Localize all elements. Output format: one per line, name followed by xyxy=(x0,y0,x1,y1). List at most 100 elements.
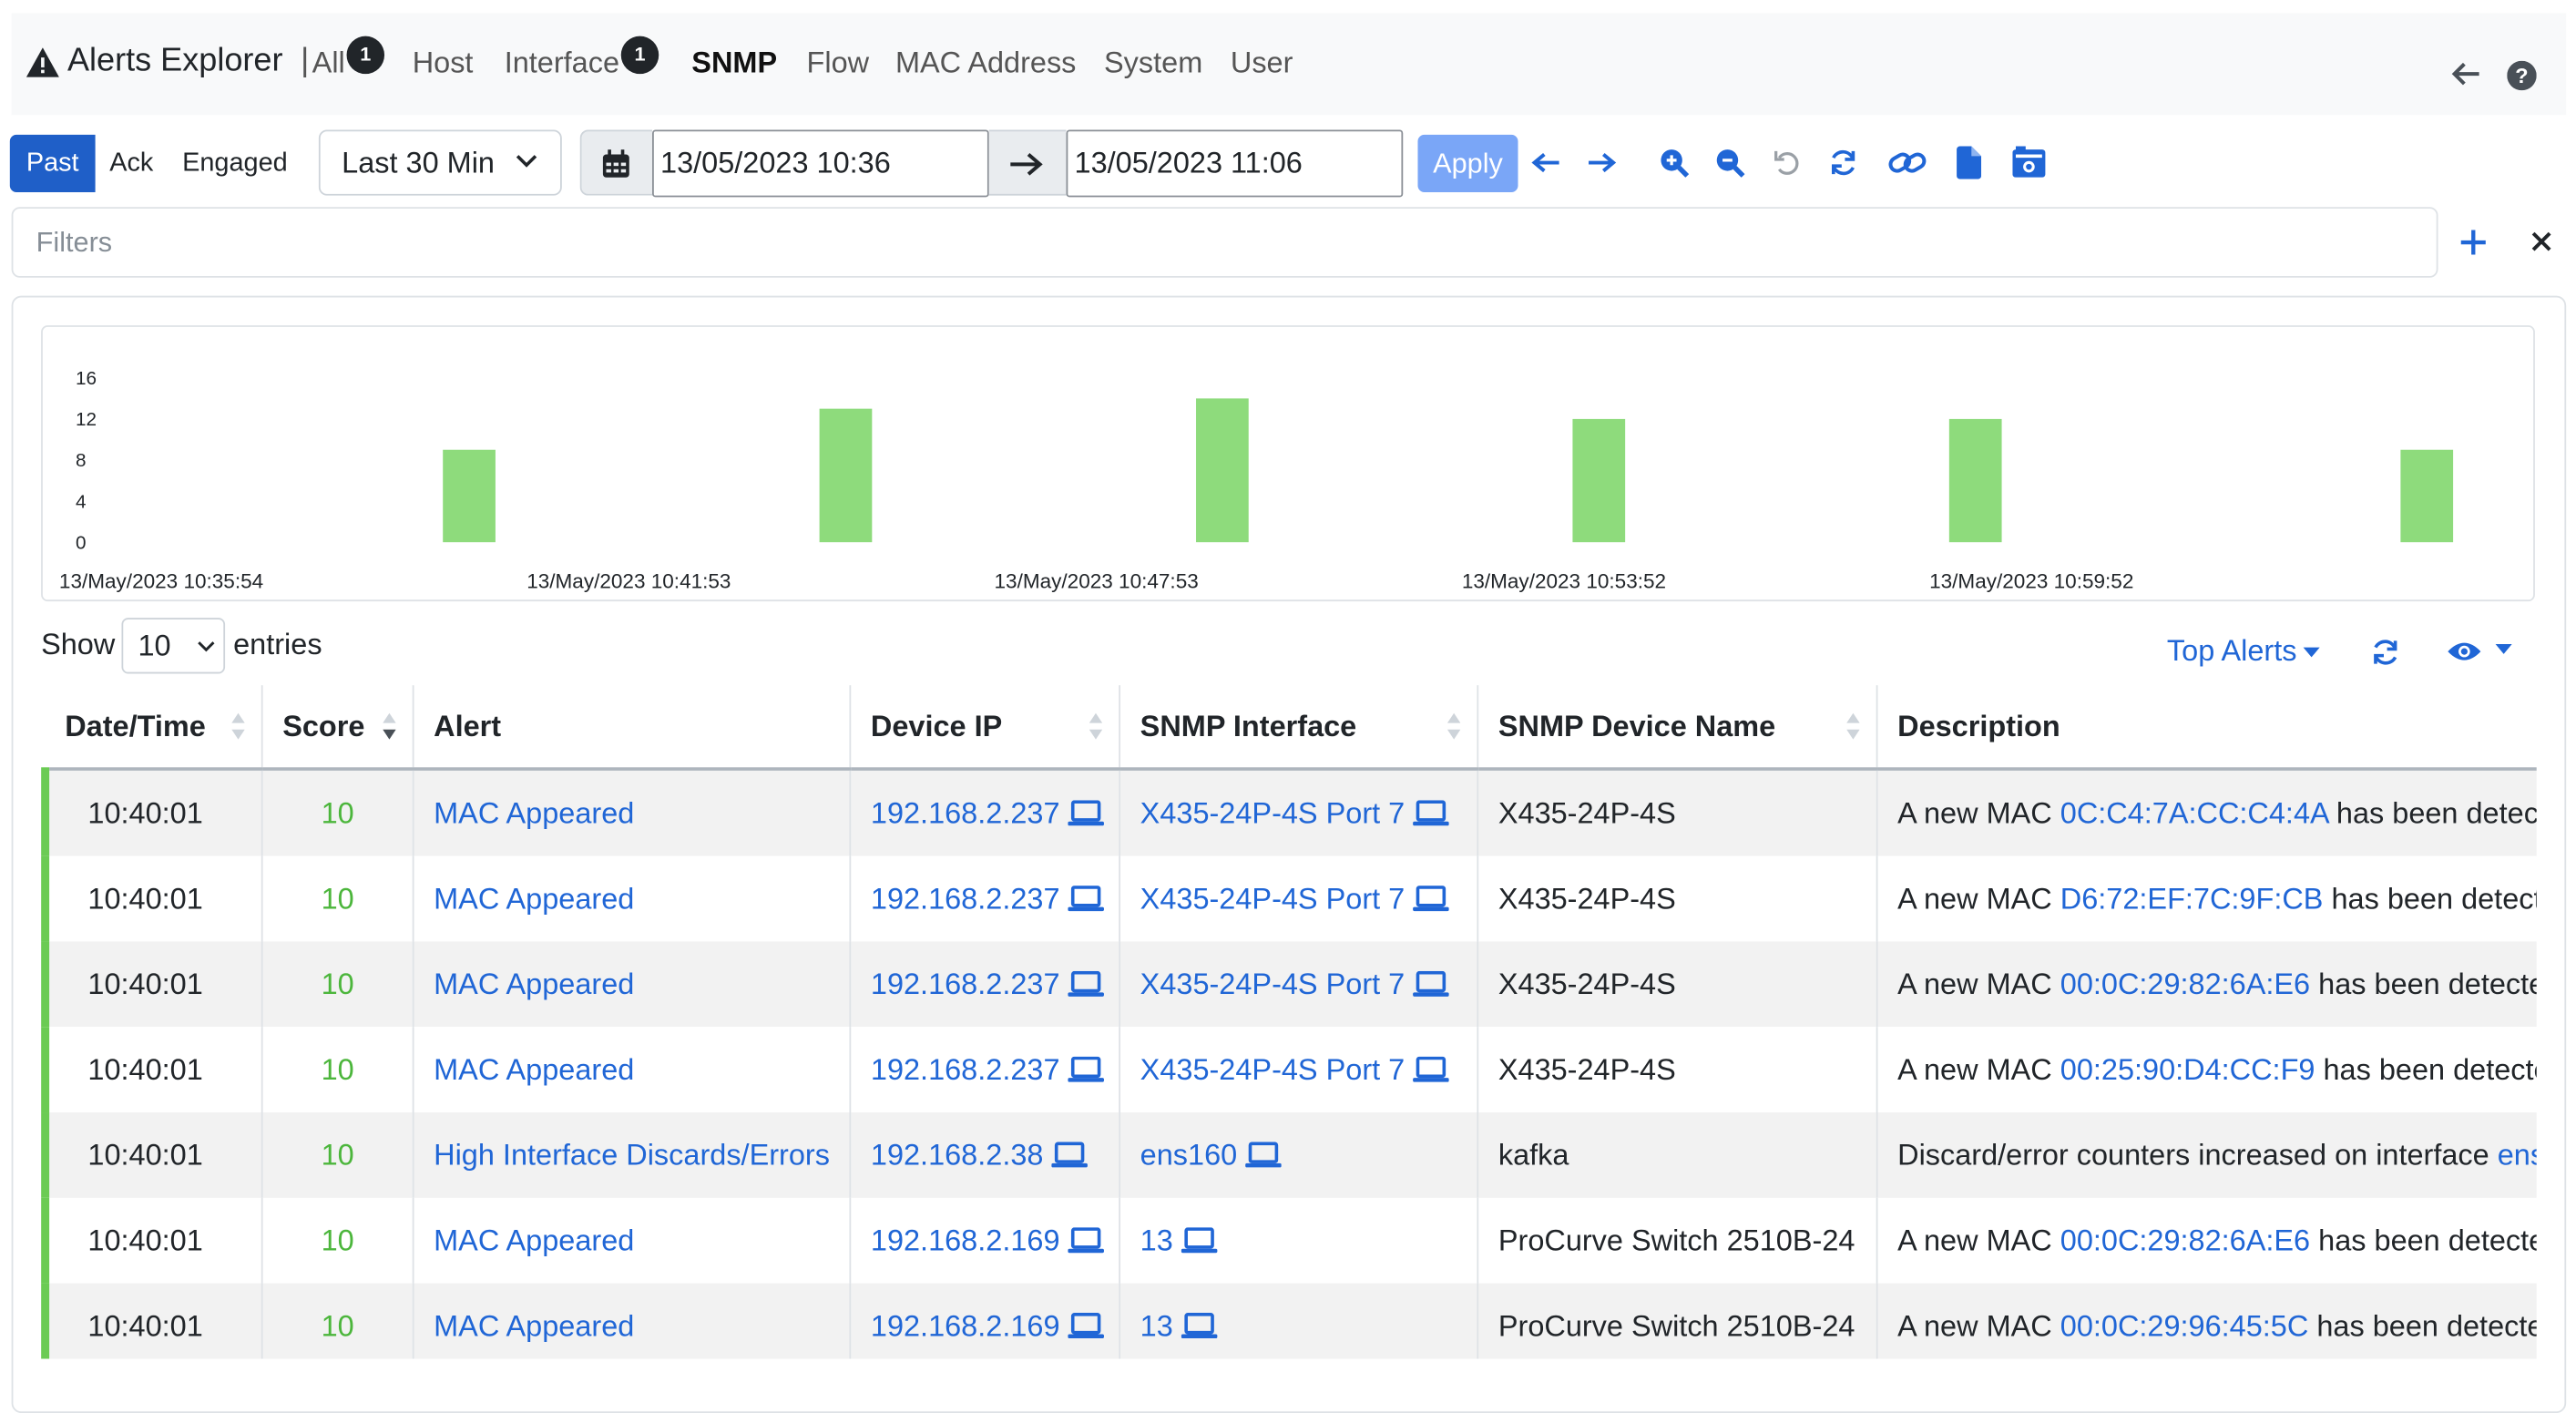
description-link[interactable]: 00:0C:29:96:45:5C xyxy=(2060,1309,2309,1342)
entries-value: 10 xyxy=(138,629,171,662)
tab-interface[interactable]: Interface 1 xyxy=(505,36,659,83)
zoom-out-icon[interactable] xyxy=(1715,148,1745,178)
col-header-snmp-device-name[interactable]: SNMP Device Name xyxy=(1477,685,1878,771)
shift-forward-icon[interactable] xyxy=(1587,151,1617,174)
description-text: A new MAC xyxy=(1897,881,2060,915)
col-header-description[interactable]: Description xyxy=(1876,685,2537,771)
laptop-icon[interactable] xyxy=(1068,1055,1105,1082)
laptop-icon[interactable] xyxy=(1051,1141,1089,1168)
device-ip-link[interactable]: 192.168.2.169 xyxy=(871,1224,1060,1256)
col-header-device-ip[interactable]: Device IP xyxy=(850,685,1121,771)
alert-link[interactable]: MAC Appeared xyxy=(434,967,634,999)
laptop-icon[interactable] xyxy=(1245,1141,1282,1168)
table-row: 10:40:01 10 High Interface Discards/Errors… xyxy=(41,1112,2537,1198)
device-ip-link[interactable]: 192.168.2.237 xyxy=(871,882,1060,915)
cell-snmp-device-name: kafka xyxy=(1477,1112,1878,1198)
laptop-icon[interactable] xyxy=(1413,1055,1449,1082)
alert-link[interactable]: MAC Appeared xyxy=(434,882,634,915)
col-header-snmp-interface[interactable]: SNMP Interface xyxy=(1119,685,1479,771)
engaged-tab[interactable]: Engaged xyxy=(168,135,302,192)
snmp-interface-link[interactable]: X435-24P-4S Port 7 xyxy=(1140,796,1406,829)
laptop-icon[interactable] xyxy=(1068,885,1105,911)
description-link[interactable]: 0C:C4:7A:CC:C4:4A xyxy=(2060,796,2328,829)
alert-link[interactable]: MAC Appeared xyxy=(434,1309,634,1342)
zoom-in-icon[interactable] xyxy=(1660,148,1690,178)
laptop-icon[interactable] xyxy=(1413,885,1449,911)
tab-all[interactable]: All 1 xyxy=(312,36,385,83)
begin-date-input[interactable]: 13/05/2023 10:36 xyxy=(652,129,989,198)
file-icon[interactable] xyxy=(1957,146,1982,179)
description-link[interactable]: 00:0C:29:82:6A:E6 xyxy=(2060,1224,2310,1256)
snmp-interface-link[interactable]: X435-24P-4S Port 7 xyxy=(1140,967,1406,999)
laptop-icon[interactable] xyxy=(1068,1226,1105,1253)
description-link[interactable]: D6:72:EF:7C:9F:CB xyxy=(2060,882,2324,915)
clear-filters-icon[interactable] xyxy=(2531,231,2551,251)
chart-bar[interactable] xyxy=(2400,449,2454,543)
laptop-icon[interactable] xyxy=(1413,970,1449,997)
device-ip-link[interactable]: 192.168.2.38 xyxy=(871,1138,1044,1171)
snmp-interface-link[interactable]: X435-24P-4S Port 7 xyxy=(1140,882,1406,915)
table-row: 10:40:01 10 MAC Appeared 192.168.2.237 X435-… xyxy=(41,769,2537,856)
add-filter-icon[interactable] xyxy=(2459,229,2488,257)
chart-bar[interactable] xyxy=(1572,418,1626,543)
entries-select[interactable]: 10 xyxy=(121,618,226,674)
cell-snmp-interface: X435-24P-4S Port 7 xyxy=(1119,855,1479,942)
refresh-icon[interactable] xyxy=(1828,148,1857,177)
col-header-datetime[interactable]: Date/Time xyxy=(45,685,263,771)
description-link[interactable]: 00:25:90:D4:CC:F9 xyxy=(2060,1052,2315,1085)
description-text-end: has been detected xyxy=(2310,967,2537,1000)
undo-icon[interactable] xyxy=(1773,148,1802,177)
column-visibility-dropdown[interactable] xyxy=(2447,640,2513,672)
device-ip-link[interactable]: 192.168.2.237 xyxy=(871,967,1060,999)
laptop-icon[interactable] xyxy=(1068,799,1105,825)
device-ip-link[interactable]: 192.168.2.169 xyxy=(871,1309,1060,1342)
snmp-interface-link[interactable]: X435-24P-4S Port 7 xyxy=(1140,1052,1406,1085)
snmp-interface-link[interactable]: ens160 xyxy=(1140,1138,1238,1171)
alert-link[interactable]: MAC Appeared xyxy=(434,796,634,829)
svg-text:?: ? xyxy=(2515,64,2528,87)
alert-link[interactable]: MAC Appeared xyxy=(434,1052,634,1085)
ack-tab[interactable]: Ack xyxy=(98,135,164,192)
chart-bar[interactable] xyxy=(1948,418,2002,543)
tab-user[interactable]: User xyxy=(1231,46,1293,80)
laptop-icon[interactable] xyxy=(1181,1226,1218,1253)
filters-input[interactable]: Filters xyxy=(11,207,2438,278)
camera-icon[interactable] xyxy=(2012,146,2046,178)
tab-host[interactable]: Host xyxy=(413,46,474,80)
laptop-icon[interactable] xyxy=(1181,1312,1218,1338)
alert-link[interactable]: High Interface Discards/Errors xyxy=(434,1138,830,1171)
col-header-score[interactable]: Score xyxy=(261,685,414,771)
device-ip-link[interactable]: 192.168.2.237 xyxy=(871,796,1060,829)
laptop-icon[interactable] xyxy=(1413,799,1449,825)
top-alerts-dropdown[interactable]: Top Alerts xyxy=(2167,634,2320,669)
chart-bar[interactable] xyxy=(819,408,873,543)
calendar-button[interactable] xyxy=(579,129,653,196)
cell-alert: MAC Appeared xyxy=(413,855,852,942)
chart-bar[interactable] xyxy=(443,449,496,543)
laptop-icon[interactable] xyxy=(1068,970,1105,997)
tab-flow[interactable]: Flow xyxy=(807,46,870,80)
chart-bar[interactable] xyxy=(1196,398,1249,543)
apply-button[interactable]: Apply xyxy=(1417,134,1518,193)
snmp-interface-link[interactable]: 13 xyxy=(1140,1224,1173,1256)
description-text: A new MAC xyxy=(1897,967,2060,1000)
table-refresh-icon[interactable] xyxy=(2371,638,2400,667)
laptop-icon[interactable] xyxy=(1068,1312,1105,1338)
tab-snmp[interactable]: SNMP xyxy=(691,46,777,80)
end-date-input[interactable]: 13/05/2023 11:06 xyxy=(1066,129,1404,198)
description-text-end: has been detected xyxy=(2323,1052,2537,1086)
help-icon[interactable]: ? xyxy=(2507,60,2537,91)
description-link[interactable]: 00:0C:29:82:6A:E6 xyxy=(2060,967,2310,999)
back-arrow-icon[interactable] xyxy=(2451,61,2480,87)
past-tab[interactable]: Past xyxy=(9,134,96,193)
time-range-select[interactable]: Last 30 Min xyxy=(318,129,562,196)
alert-link[interactable]: MAC Appeared xyxy=(434,1224,634,1256)
col-header-alert[interactable]: Alert xyxy=(413,685,852,771)
tab-mac-address[interactable]: MAC Address xyxy=(895,46,1076,80)
snmp-interface-link[interactable]: 13 xyxy=(1140,1309,1173,1342)
shift-back-icon[interactable] xyxy=(1531,151,1560,174)
device-ip-link[interactable]: 192.168.2.237 xyxy=(871,1052,1060,1085)
description-link[interactable]: ens160 xyxy=(2498,1138,2537,1171)
tab-system[interactable]: System xyxy=(1104,46,1202,80)
link-icon[interactable] xyxy=(1887,148,1927,177)
